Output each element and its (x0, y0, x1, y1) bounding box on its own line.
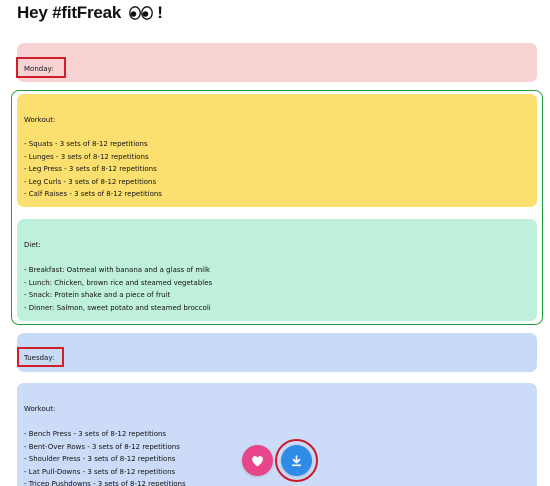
download-icon (291, 454, 302, 466)
list-item: - Tricep Pushdowns - 3 sets of 8-12 repe… (24, 480, 186, 486)
list-item: - Bench Press - 3 sets of 8-12 repetitio… (24, 430, 167, 438)
diet-list-monday: - Breakfast: Oatmeal with banana and a g… (24, 264, 212, 314)
list-item: - Lat Pull-Downs - 3 sets of 8-12 repeti… (24, 467, 176, 476)
eyes-icon (128, 5, 153, 25)
list-item: - Bent-Over Rows - 3 sets of 8-12 repeti… (24, 442, 180, 451)
heart-icon (252, 455, 263, 466)
like-button[interactable] (242, 445, 273, 476)
workout-list-tuesday: - Bench Press - 3 sets of 8-12 repetitio… (24, 428, 186, 486)
page: Hey #fitFreak ! Monday: Workout: - Squat… (0, 0, 550, 486)
list-item: - Lunges - 3 sets of 8-12 repetitions (24, 152, 149, 161)
page-title-suffix: ! (157, 3, 163, 22)
workout-heading-tuesday: Workout: (24, 405, 56, 413)
diet-heading-monday: Diet: (24, 241, 41, 249)
page-title: Hey #fitFreak ! (17, 3, 163, 25)
day-card-monday (17, 43, 537, 82)
download-button[interactable] (281, 445, 312, 476)
list-item: - Calf Raises - 3 sets of 8-12 repetitio… (24, 190, 162, 198)
list-item: - Dinner: Salmon, sweet potato and steam… (24, 303, 211, 312)
list-item: - Leg Press - 3 sets of 8-12 repetitions (24, 165, 157, 173)
list-item: - Breakfast: Oatmeal with banana and a g… (24, 266, 211, 274)
workout-heading-monday: Workout: (24, 116, 56, 124)
list-item: - Snack: Protein shake and a piece of fr… (24, 291, 171, 299)
list-item: - Leg Curls - 3 sets of 8-12 repetitions (24, 177, 157, 186)
list-item: - Squats - 3 sets of 8-12 repetitions (24, 140, 148, 148)
list-item: - Shoulder Press - 3 sets of 8-12 repeti… (24, 455, 176, 463)
list-item: - Lunch: Chicken, brown rice and steamed… (24, 278, 213, 287)
day-card-tuesday (17, 333, 537, 372)
day-label-monday: Monday: (24, 65, 54, 73)
workout-list-monday: - Squats - 3 sets of 8-12 repetitions - … (24, 138, 162, 201)
day-label-tuesday: Tuesday: (24, 354, 55, 362)
page-title-text: Hey #fitFreak (17, 3, 122, 22)
